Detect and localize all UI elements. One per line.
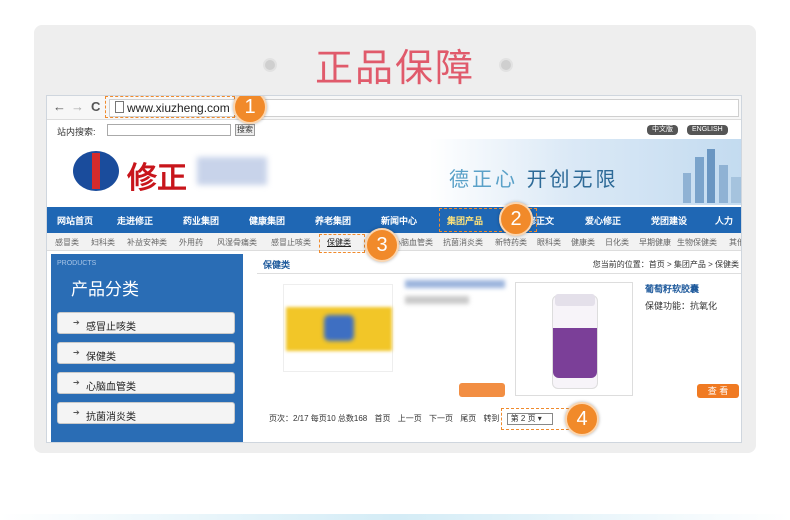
logo-blurred-area bbox=[197, 157, 267, 185]
sidebar-item-antibacterial[interactable]: ➔ 抗菌消炎类 bbox=[57, 402, 235, 424]
site-header: 修正 德正心 开创无限 bbox=[47, 139, 741, 205]
sub-nav-item[interactable]: 心脑血管类 bbox=[393, 237, 433, 248]
pager-first[interactable]: 首页 bbox=[375, 414, 391, 423]
callout-badge-3: 3 bbox=[365, 228, 399, 262]
breadcrumb-bar: 保健类 您当前的位置：首页 > 集团产品 > 保健类 bbox=[257, 258, 741, 274]
sub-nav-item[interactable]: 感冒止咳类 bbox=[271, 237, 311, 248]
category-sidebar: PRODUCTS 产品分类 ➔ 感冒止咳类 ➔ 保健类 ➔ 心脑血管类 ➔ 抗菌… bbox=[51, 254, 243, 442]
slogan-part-b: 开创无限 bbox=[526, 169, 619, 191]
sidebar-item-cardio[interactable]: ➔ 心脑血管类 bbox=[57, 372, 235, 394]
main-nav-item[interactable]: 新闻中心 bbox=[381, 214, 417, 227]
sub-nav-item[interactable]: 感冒类 bbox=[55, 237, 79, 248]
sidebar-item-cold[interactable]: ➔ 感冒止咳类 bbox=[57, 312, 235, 334]
product-content: 保健类 您当前的位置：首页 > 集团产品 > 保健类 葡萄籽软胶囊 保健功能：抗… bbox=[247, 254, 741, 442]
sub-nav-item[interactable]: 新特药类 bbox=[495, 237, 527, 248]
main-nav-item[interactable]: 健康集团 bbox=[249, 214, 285, 227]
breadcrumb: 您当前的位置：首页 > 集团产品 > 保健类 bbox=[592, 260, 739, 269]
logo-icon bbox=[73, 151, 119, 191]
search-input[interactable] bbox=[107, 124, 231, 136]
logo-text: 修正 bbox=[127, 161, 187, 196]
sub-nav-item[interactable]: 补益安神类 bbox=[127, 237, 167, 248]
product-function: 保健功能：抗氧化 bbox=[645, 301, 718, 311]
sidebar-item-label: 感冒止咳类 bbox=[86, 322, 136, 333]
main-nav-item[interactable]: 养老集团 bbox=[315, 214, 351, 227]
sidebar-en-label: PRODUCTS bbox=[57, 260, 97, 267]
sub-nav-item[interactable]: 健康类 bbox=[571, 237, 595, 248]
sidebar-title: 产品分类 bbox=[71, 280, 139, 299]
search-button[interactable]: 搜索 bbox=[235, 124, 255, 136]
site-search-bar: 站内搜索: 搜索 中文版 ENGLISH bbox=[47, 122, 741, 138]
pager-prev[interactable]: 上一页 bbox=[398, 414, 422, 423]
product-name[interactable]: 葡萄籽软胶囊 bbox=[645, 282, 699, 295]
slogan-part-a: 德正心 bbox=[449, 169, 518, 191]
forward-arrow-icon[interactable]: → bbox=[71, 99, 84, 114]
callout-box-subnav bbox=[319, 234, 365, 253]
pager-goto-label: 转到 bbox=[483, 414, 500, 424]
main-nav: 网站首页 走进修正 药业集团 健康集团 养老集团 新闻中心 集团产品 修正文 爱… bbox=[47, 207, 741, 233]
view-button[interactable]: 查 看 bbox=[697, 384, 739, 398]
sidebar-item-health[interactable]: ➔ 保健类 bbox=[57, 342, 235, 364]
sidebar-item-label: 抗菌消炎类 bbox=[86, 412, 136, 423]
skyline-icon bbox=[683, 149, 741, 203]
main-nav-item[interactable]: 爱心修正 bbox=[585, 214, 621, 227]
arrow-right-icon: ➔ bbox=[73, 348, 80, 357]
decor-dot-right bbox=[499, 58, 513, 72]
website-screenshot: ← → C www.xiuzheng.com 站内搜索: 搜索 中文版 ENGL… bbox=[46, 95, 742, 443]
callout-badge-2: 2 bbox=[499, 202, 533, 236]
main-nav-item[interactable]: 药业集团 bbox=[183, 214, 219, 227]
sub-nav-item[interactable]: 抗菌消炎类 bbox=[443, 237, 483, 248]
reload-icon[interactable]: C bbox=[91, 99, 100, 114]
back-arrow-icon[interactable]: ← bbox=[53, 99, 66, 114]
main-nav-item[interactable]: 人力 bbox=[715, 214, 733, 227]
bottom-divider bbox=[0, 514, 790, 520]
product-image-grapeseed[interactable] bbox=[515, 282, 633, 396]
bottle-icon bbox=[552, 294, 598, 389]
sidebar-item-label: 心脑血管类 bbox=[86, 382, 136, 393]
sub-nav-item[interactable]: 生物保健类 bbox=[677, 237, 717, 248]
lang-cn-button[interactable]: 中文版 bbox=[647, 125, 678, 135]
arrow-right-icon: ➔ bbox=[73, 318, 80, 327]
callout-box-url bbox=[105, 96, 235, 118]
product-image-blurred[interactable] bbox=[283, 284, 393, 372]
lang-en-button[interactable]: ENGLISH bbox=[687, 125, 728, 135]
blurred-product-desc bbox=[405, 296, 469, 304]
card-title: 正品保障 bbox=[314, 46, 475, 90]
sub-nav-item[interactable]: 其他 bbox=[729, 237, 741, 248]
sub-nav-item[interactable]: 眼科类 bbox=[537, 237, 561, 248]
search-label: 站内搜索: bbox=[57, 127, 96, 137]
feature-card: 正品保障 ← → C www.xiuzheng.com 站内搜索: 搜索 中文版… bbox=[34, 25, 756, 453]
pager-info: 页次：2/17 每页10 总数168 bbox=[269, 414, 368, 424]
arrow-right-icon: ➔ bbox=[73, 378, 80, 387]
callout-badge-4: 4 bbox=[565, 402, 599, 436]
sidebar-item-label: 保健类 bbox=[86, 352, 116, 363]
main-nav-item[interactable]: 党团建设 bbox=[651, 214, 687, 227]
main-nav-item[interactable]: 走进修正 bbox=[117, 214, 153, 227]
sub-nav-item[interactable]: 妇科类 bbox=[91, 237, 115, 248]
pager-last[interactable]: 尾页 bbox=[460, 414, 476, 423]
main-nav-item[interactable]: 网站首页 bbox=[57, 214, 93, 227]
arrow-right-icon: ➔ bbox=[73, 408, 80, 417]
sub-nav-item[interactable]: 日化类 bbox=[605, 237, 629, 248]
pager-next[interactable]: 下一页 bbox=[429, 414, 453, 423]
sub-nav-item[interactable]: 外用药 bbox=[179, 237, 203, 248]
slogan: 德正心 开创无限 bbox=[449, 163, 619, 192]
view-button-blurred[interactable] bbox=[459, 383, 505, 397]
callout-box-pager bbox=[501, 408, 569, 430]
sub-nav-item[interactable]: 风湿骨痛类 bbox=[217, 237, 257, 248]
sub-nav-item[interactable]: 早期健康 bbox=[639, 237, 671, 248]
blurred-product-name bbox=[405, 280, 505, 288]
section-title: 保健类 bbox=[263, 260, 291, 270]
